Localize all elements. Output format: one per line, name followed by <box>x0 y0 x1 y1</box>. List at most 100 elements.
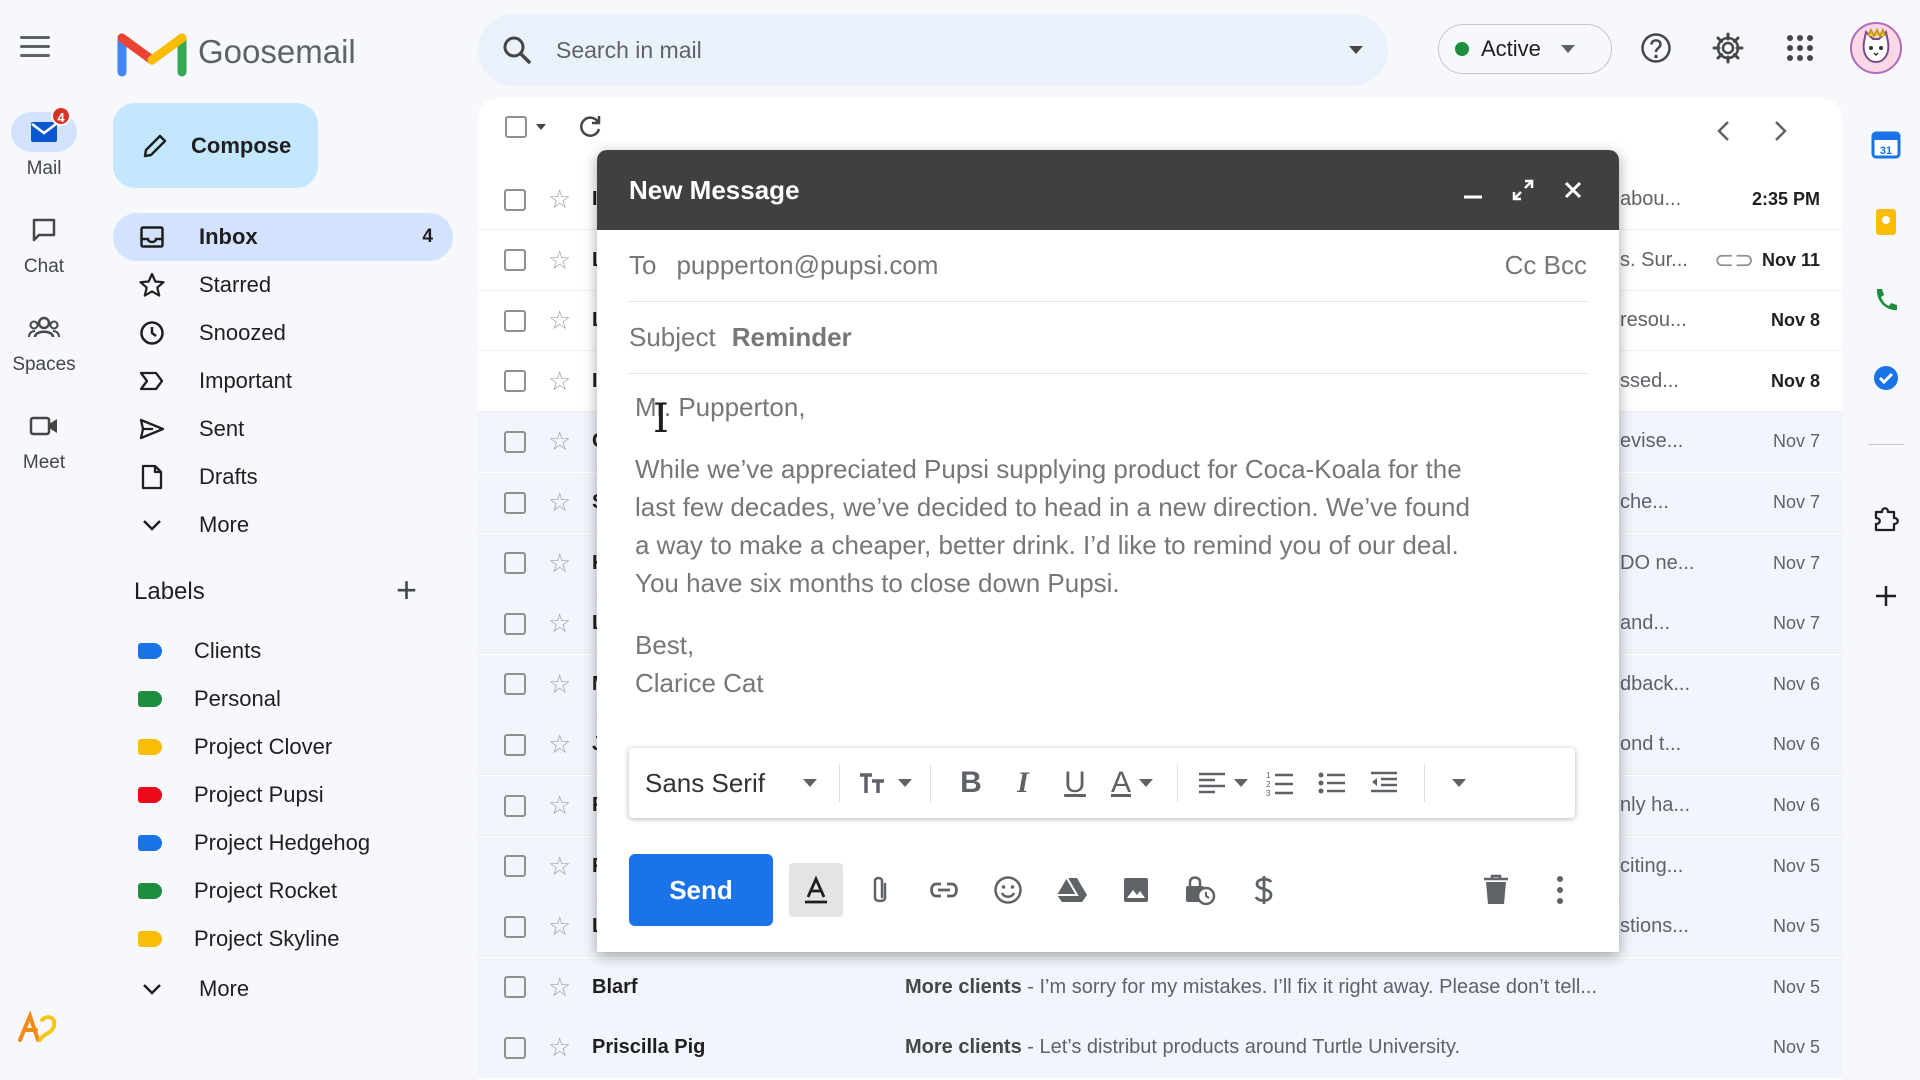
attachment-icon[interactable]: ⊂⊃ <box>1714 246 1754 275</box>
star-icon[interactable]: ☆ <box>548 669 571 700</box>
refresh-icon[interactable] <box>577 114 603 140</box>
row-checkbox[interactable] <box>504 491 526 514</box>
label-project-rocket[interactable]: Project Rocket <box>138 878 337 904</box>
row-checkbox[interactable] <box>504 976 526 999</box>
row-checkbox[interactable] <box>504 188 526 211</box>
rail-mail[interactable]: 4 Mail <box>0 106 88 180</box>
numbered-list-icon[interactable]: 123 <box>1254 763 1306 803</box>
star-icon[interactable]: ☆ <box>548 366 571 397</box>
expand-icon[interactable] <box>1509 176 1537 204</box>
help-icon[interactable] <box>1636 28 1676 68</box>
font-family-select[interactable]: Sans Serif <box>645 768 825 799</box>
star-icon[interactable]: ☆ <box>548 305 571 336</box>
rail-meet[interactable]: Meet <box>0 406 88 474</box>
label-project-pupsi[interactable]: Project Pupsi <box>138 782 324 808</box>
font-size-icon[interactable] <box>854 763 916 803</box>
drive-icon[interactable] <box>1045 863 1099 917</box>
cc-bcc-link[interactable]: Cc Bcc <box>1505 250 1587 281</box>
row-checkbox[interactable] <box>504 733 526 756</box>
nav-more[interactable]: More <box>113 501 453 549</box>
row-checkbox[interactable] <box>504 370 526 393</box>
star-icon[interactable]: ☆ <box>548 245 571 276</box>
send-button[interactable]: Send <box>629 854 773 926</box>
star-icon[interactable]: ☆ <box>548 487 571 518</box>
star-icon[interactable]: ☆ <box>548 851 571 882</box>
calendar-icon[interactable]: 31 <box>1868 126 1904 162</box>
row-checkbox[interactable] <box>504 430 526 453</box>
nav-inbox[interactable]: Inbox 4 <box>113 213 453 261</box>
row-checkbox[interactable] <box>504 1036 526 1059</box>
formatting-options-icon[interactable] <box>789 863 843 917</box>
chevron-left-icon[interactable] <box>1716 116 1730 150</box>
minimize-icon[interactable] <box>1459 176 1487 204</box>
underline-icon[interactable]: U <box>1049 763 1101 803</box>
indent-less-icon[interactable] <box>1358 763 1410 803</box>
nav-sent[interactable]: Sent <box>113 405 453 453</box>
label-clients[interactable]: Clients <box>138 638 261 664</box>
addons-puzzle-icon[interactable] <box>1868 500 1904 536</box>
discard-trash-icon[interactable] <box>1469 863 1523 917</box>
star-icon[interactable]: ☆ <box>548 426 571 457</box>
emoji-icon[interactable] <box>981 863 1035 917</box>
more-options-icon[interactable] <box>1533 863 1587 917</box>
star-icon[interactable]: ☆ <box>548 911 571 942</box>
star-icon[interactable]: ☆ <box>548 608 571 639</box>
label-project-hedgehog[interactable]: Project Hedgehog <box>138 830 370 856</box>
chevron-right-icon[interactable] <box>1774 116 1788 150</box>
label-project-clover[interactable]: Project Clover <box>138 734 332 760</box>
star-icon[interactable]: ☆ <box>548 548 571 579</box>
add-icon[interactable] <box>1868 578 1904 614</box>
confidential-mode-icon[interactable] <box>1173 863 1227 917</box>
compose-header[interactable]: New Message <box>597 150 1619 230</box>
app-logo[interactable]: Goosemail <box>116 26 356 78</box>
tasks-icon[interactable] <box>1868 360 1904 396</box>
row-checkbox[interactable] <box>504 249 526 272</box>
rail-chat[interactable]: Chat <box>0 210 88 278</box>
message-body[interactable]: Mr. Pupperton, While we’ve appreciated P… <box>635 388 1595 702</box>
keep-notes-icon[interactable] <box>1868 204 1904 240</box>
compose-button[interactable]: Compose <box>113 103 318 188</box>
subject-field[interactable]: Subject Reminder <box>629 302 1587 374</box>
phone-icon[interactable] <box>1868 282 1904 318</box>
row-checkbox[interactable] <box>504 309 526 332</box>
labels-more[interactable]: More <box>113 965 453 1013</box>
sparkle-logo-icon[interactable] <box>16 1010 60 1055</box>
rail-spaces[interactable]: Spaces <box>0 308 88 376</box>
status-selector[interactable]: Active <box>1438 24 1612 74</box>
search-input[interactable]: Search in mail <box>556 37 1348 64</box>
settings-gear-icon[interactable] <box>1708 28 1748 68</box>
row-checkbox[interactable] <box>504 612 526 635</box>
row-checkbox[interactable] <box>504 915 526 938</box>
to-recipient[interactable]: pupperton@pupsi.com <box>676 250 938 281</box>
subject-input[interactable]: Reminder <box>732 322 852 353</box>
dollar-icon[interactable] <box>1237 863 1291 917</box>
text-color-icon[interactable]: A <box>1101 763 1163 803</box>
star-icon[interactable]: ☆ <box>548 790 571 821</box>
more-formatting-icon[interactable] <box>1439 763 1479 803</box>
row-checkbox[interactable] <box>504 673 526 696</box>
main-menu-icon[interactable] <box>20 36 50 60</box>
row-checkbox[interactable] <box>504 794 526 817</box>
mail-row[interactable]: ☆ Priscilla Pig More clients - Let’s distr… <box>478 1018 1842 1079</box>
search-icon[interactable] <box>502 35 532 65</box>
nav-starred[interactable]: Starred <box>113 261 453 309</box>
to-field[interactable]: To pupperton@pupsi.com Cc Bcc <box>629 230 1587 302</box>
nav-snoozed[interactable]: Snoozed <box>113 309 453 357</box>
row-checkbox[interactable] <box>504 855 526 878</box>
bulleted-list-icon[interactable] <box>1306 763 1358 803</box>
insert-link-icon[interactable] <box>917 863 971 917</box>
account-avatar[interactable] <box>1850 22 1902 74</box>
insert-photo-icon[interactable] <box>1109 863 1163 917</box>
close-icon[interactable] <box>1559 176 1587 204</box>
search-options-icon[interactable] <box>1348 45 1364 55</box>
star-icon[interactable]: ☆ <box>548 972 571 1003</box>
nav-drafts[interactable]: Drafts <box>113 453 453 501</box>
add-label-icon[interactable]: + <box>396 572 417 608</box>
star-icon[interactable]: ☆ <box>548 1032 571 1063</box>
align-icon[interactable] <box>1192 763 1254 803</box>
nav-important[interactable]: Important <box>113 357 453 405</box>
row-checkbox[interactable] <box>504 552 526 575</box>
search-bar[interactable]: Search in mail <box>478 14 1388 86</box>
apps-grid-icon[interactable] <box>1780 28 1820 68</box>
attach-paperclip-icon[interactable] <box>853 863 907 917</box>
